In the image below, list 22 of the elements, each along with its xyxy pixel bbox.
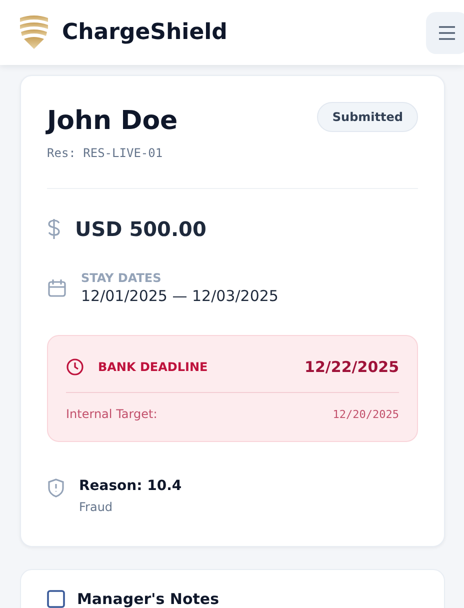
calendar-icon [47, 278, 67, 298]
stay-dates: 12/01/2025 — 12/03/2025 [81, 287, 278, 305]
clock-icon [66, 358, 84, 376]
app-title: ChargeShield [62, 20, 228, 45]
amount: USD 500.00 [75, 217, 206, 241]
menu-button[interactable] [426, 12, 464, 54]
reservation-id: Res: RES-LIVE-01 [47, 146, 164, 160]
notes-icon [47, 590, 65, 608]
notes-title: Manager's Notes [77, 590, 220, 608]
stay-dates-label: STAY DATES [81, 271, 162, 285]
deadline-date: 12/22/2025 [304, 358, 399, 376]
status-badge: Submitted [317, 102, 418, 132]
shield-alert-icon [47, 478, 65, 498]
reason-code: Reason: 10.4 [79, 478, 182, 494]
shield-logo-icon [18, 14, 50, 50]
internal-target-date: 12/20/2025 [332, 408, 399, 420]
menu-icon [438, 26, 456, 40]
dollar-icon [47, 218, 61, 240]
guest-name: John Doe [47, 106, 178, 136]
deadline-label: BANK DEADLINE [98, 360, 208, 374]
reason-detail: Fraud [79, 500, 114, 514]
internal-target-label: Internal Target: [66, 407, 158, 421]
